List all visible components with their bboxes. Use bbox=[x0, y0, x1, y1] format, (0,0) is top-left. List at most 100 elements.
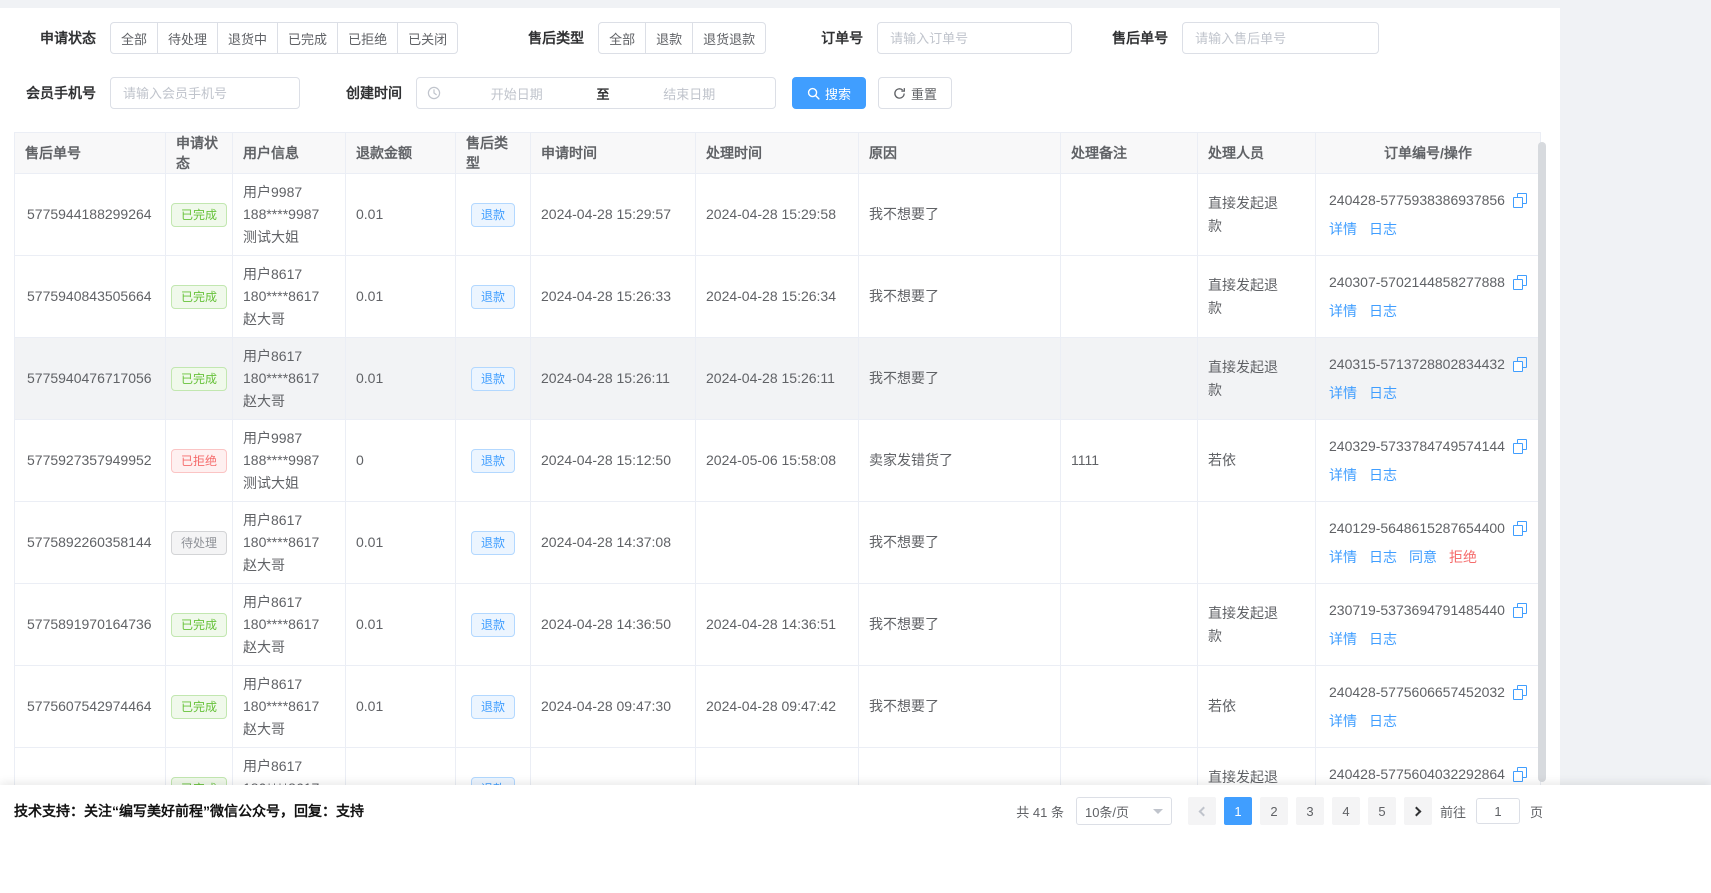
cell-handle-time: 2024-04-28 15:29:58 bbox=[696, 174, 859, 256]
type-badge: 退款 bbox=[471, 285, 515, 309]
action-log[interactable]: 日志 bbox=[1369, 713, 1397, 729]
cell-status: 已拒绝 bbox=[166, 420, 233, 502]
cell-refund-amount: 0.01 bbox=[346, 256, 456, 338]
action-detail[interactable]: 详情 bbox=[1329, 467, 1357, 483]
search-button[interactable]: 搜索 bbox=[792, 77, 866, 109]
cell-remark bbox=[1061, 502, 1198, 584]
end-date-input[interactable]: 结束日期 bbox=[614, 84, 766, 103]
type-badge: 退款 bbox=[471, 367, 515, 391]
action-detail[interactable]: 详情 bbox=[1329, 385, 1357, 401]
phone-input[interactable] bbox=[110, 77, 300, 109]
action-detail[interactable]: 详情 bbox=[1329, 631, 1357, 647]
action-reject[interactable]: 拒绝 bbox=[1449, 549, 1477, 565]
copy-icon[interactable] bbox=[1513, 521, 1527, 536]
status-option-2[interactable]: 退货中 bbox=[217, 22, 278, 54]
cell-handle-time: 2024-04-28 09:47:42 bbox=[696, 666, 859, 748]
order-number: 230719-5373694791485440 bbox=[1329, 599, 1505, 621]
action-detail[interactable]: 详情 bbox=[1329, 713, 1357, 729]
cell-refund-amount: 0.01 bbox=[346, 174, 456, 256]
copy-icon[interactable] bbox=[1513, 193, 1527, 208]
cell-type: 退款 bbox=[456, 666, 531, 748]
cell-after-sale-no: 5775607542974464 bbox=[15, 666, 166, 748]
copy-icon[interactable] bbox=[1513, 439, 1527, 454]
order-no-label: 订单号 bbox=[821, 28, 863, 48]
page-button-4[interactable]: 4 bbox=[1332, 797, 1360, 825]
cell-reason: 我不想要了 bbox=[859, 256, 1061, 338]
copy-icon[interactable] bbox=[1513, 767, 1527, 782]
order-number: 240129-5648615287654400 bbox=[1329, 517, 1505, 539]
cell-handler: 若依 bbox=[1198, 666, 1316, 748]
col-header-handle-time: 处理时间 bbox=[696, 133, 859, 174]
order-no-input[interactable] bbox=[877, 22, 1072, 54]
status-badge: 已完成 bbox=[171, 613, 227, 637]
page-size-select[interactable]: 10条/页 bbox=[1076, 797, 1172, 825]
page-button-3[interactable]: 3 bbox=[1296, 797, 1324, 825]
cell-user-info: 用户8617180****8617赵大哥 bbox=[233, 338, 346, 420]
status-option-0[interactable]: 全部 bbox=[110, 22, 158, 54]
cell-status: 已完成 bbox=[166, 584, 233, 666]
cell-order-actions: 240428-5775938386937856 详情日志 bbox=[1316, 174, 1541, 256]
cell-user-info: 用户9987188****9987测试大姐 bbox=[233, 174, 346, 256]
type-badge: 退款 bbox=[471, 777, 515, 786]
action-detail[interactable]: 详情 bbox=[1329, 221, 1357, 237]
cell-type: 退款 bbox=[456, 174, 531, 256]
status-option-4[interactable]: 已拒绝 bbox=[337, 22, 398, 54]
goto-label: 前往 bbox=[1440, 802, 1466, 821]
copy-icon[interactable] bbox=[1513, 603, 1527, 618]
page-button-1[interactable]: 1 bbox=[1224, 797, 1252, 825]
status-option-3[interactable]: 已完成 bbox=[277, 22, 338, 54]
type-option-0[interactable]: 全部 bbox=[598, 22, 646, 54]
chevron-left-icon bbox=[1199, 806, 1209, 816]
goto-page-input[interactable] bbox=[1476, 798, 1520, 824]
cell-status: 已完成 bbox=[166, 666, 233, 748]
next-page-button[interactable] bbox=[1404, 797, 1432, 825]
page-button-5[interactable]: 5 bbox=[1368, 797, 1396, 825]
phone-filter: 会员手机号 bbox=[26, 77, 300, 109]
page-button-2[interactable]: 2 bbox=[1260, 797, 1288, 825]
action-detail[interactable]: 详情 bbox=[1329, 303, 1357, 319]
cell-handle-time: 2024-04-28 15:26:11 bbox=[696, 338, 859, 420]
pagination: 共 41 条 10条/页 12345 前往 页 bbox=[1016, 797, 1547, 825]
type-option-2[interactable]: 退货退款 bbox=[692, 22, 766, 54]
type-option-1[interactable]: 退款 bbox=[645, 22, 693, 54]
action-approve[interactable]: 同意 bbox=[1409, 549, 1437, 565]
order-number: 240428-5775938386937856 bbox=[1329, 189, 1505, 211]
after-sale-no-input[interactable] bbox=[1182, 22, 1379, 54]
cell-reason bbox=[859, 748, 1061, 786]
clock-icon bbox=[427, 86, 441, 100]
cell-status: 已完成 bbox=[166, 256, 233, 338]
reset-button[interactable]: 重置 bbox=[878, 77, 952, 109]
action-log[interactable]: 日志 bbox=[1369, 549, 1397, 565]
action-log[interactable]: 日志 bbox=[1369, 221, 1397, 237]
cell-apply-time: 2024-04-28 15:26:11 bbox=[531, 338, 696, 420]
row-actions: 详情日志 bbox=[1329, 464, 1527, 486]
status-option-1[interactable]: 待处理 bbox=[157, 22, 218, 54]
vertical-scrollbar[interactable] bbox=[1538, 142, 1546, 782]
action-log[interactable]: 日志 bbox=[1369, 303, 1397, 319]
table-row: 5775940843505664 已完成 用户8617180****8617赵大… bbox=[15, 256, 1541, 338]
content-card: 申请状态 全部待处理退货中已完成已拒绝已关闭 售后类型 全部退款退货退款 订单号… bbox=[0, 8, 1560, 785]
cell-refund-amount: 0.01 bbox=[346, 502, 456, 584]
prev-page-button[interactable] bbox=[1188, 797, 1216, 825]
create-time-range-picker[interactable]: 开始日期 至 结束日期 bbox=[416, 77, 776, 109]
copy-icon[interactable] bbox=[1513, 275, 1527, 290]
start-date-input[interactable]: 开始日期 bbox=[441, 84, 593, 103]
status-badge: 已完成 bbox=[171, 695, 227, 719]
cell-order-actions: 240307-5702144858277888 详情日志 bbox=[1316, 256, 1541, 338]
type-badge: 退款 bbox=[471, 449, 515, 473]
cell-remark bbox=[1061, 748, 1198, 786]
action-detail[interactable]: 详情 bbox=[1329, 549, 1357, 565]
col-header-reason: 原因 bbox=[859, 133, 1061, 174]
table-row: 5775944188299264 已完成 用户9987188****9987测试… bbox=[15, 174, 1541, 256]
create-time-filter: 创建时间 开始日期 至 结束日期 bbox=[346, 77, 776, 109]
action-log[interactable]: 日志 bbox=[1369, 467, 1397, 483]
create-time-label: 创建时间 bbox=[346, 83, 402, 103]
copy-icon[interactable] bbox=[1513, 357, 1527, 372]
phone-label: 会员手机号 bbox=[26, 83, 96, 103]
copy-icon[interactable] bbox=[1513, 685, 1527, 700]
action-log[interactable]: 日志 bbox=[1369, 631, 1397, 647]
action-log[interactable]: 日志 bbox=[1369, 385, 1397, 401]
cell-apply-time: 2024-04-28 14:37:08 bbox=[531, 502, 696, 584]
cell-handler: 直接发起退款 bbox=[1198, 338, 1316, 420]
status-option-5[interactable]: 已关闭 bbox=[397, 22, 458, 54]
